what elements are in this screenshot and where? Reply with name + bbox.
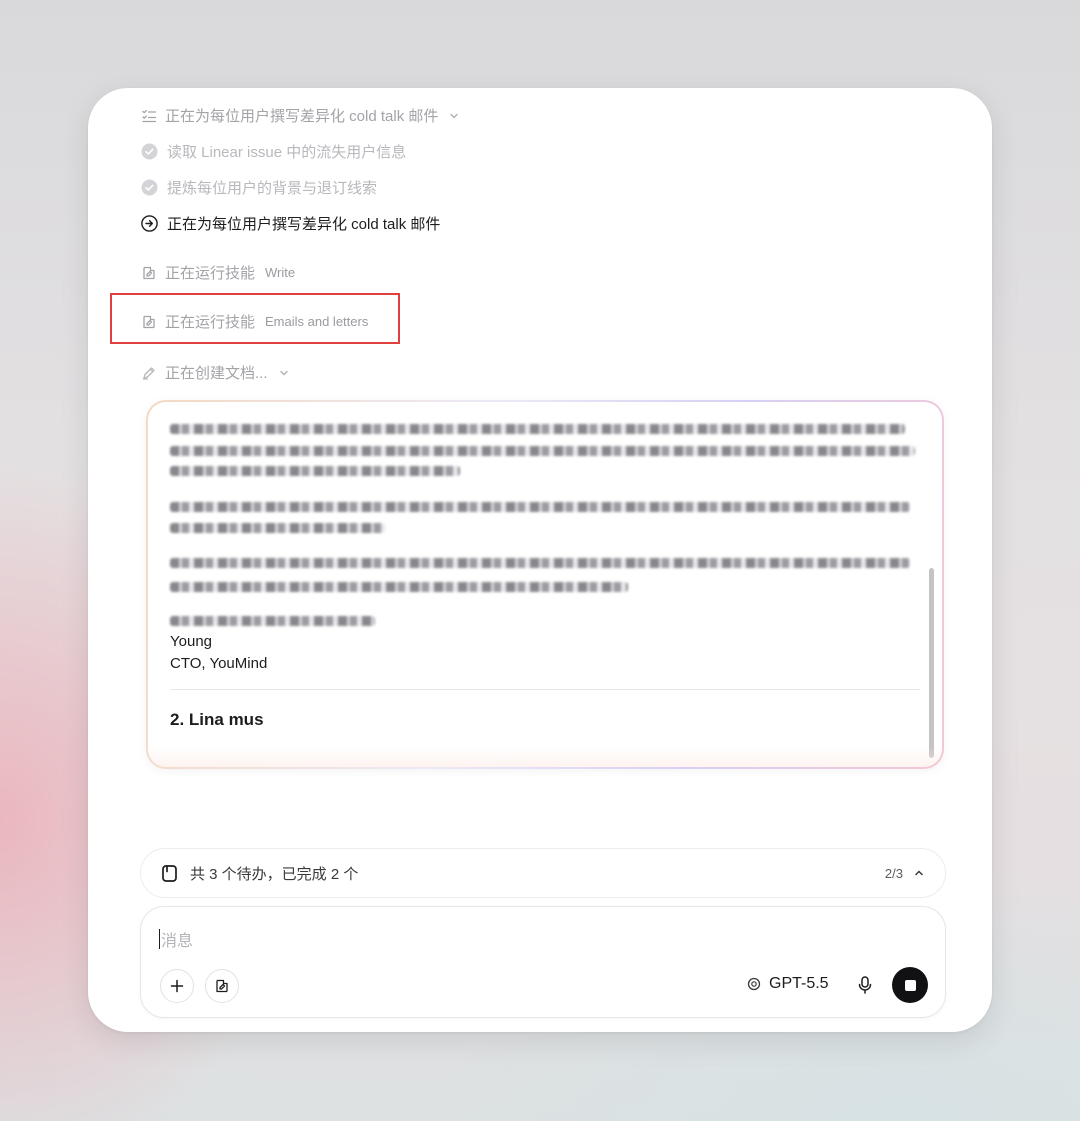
message-input[interactable]: 消息 [159,927,193,951]
redacted-text [170,558,910,568]
redacted-text [170,616,375,626]
redacted-text [170,523,385,533]
skill-name: Emails and letters [265,314,369,329]
redacted-text [170,424,905,434]
text-cursor [159,929,160,949]
chevron-down-icon [278,367,290,379]
todo-summary-bar[interactable]: 共 3 个待办，已完成 2 个 2/3 [140,848,946,898]
list-check-icon [140,107,158,125]
task-header[interactable]: 正在为每位用户撰写差异化 cold talk 邮件 [140,105,460,126]
section-divider [170,689,920,690]
stop-button[interactable] [892,967,928,1003]
signature-title: CTO, YouMind [170,655,268,672]
scrollbar[interactable] [929,568,934,758]
message-placeholder: 消息 [161,933,194,950]
skill-icon [140,264,158,282]
fade-overlay [148,747,942,767]
skill-icon [140,313,158,331]
redacted-text [170,466,460,476]
skill-name: Write [265,265,296,280]
openai-icon [747,977,761,991]
todo-progress: 2/3 [884,865,903,881]
check-circle-icon [140,179,158,197]
document-preview-content: Young CTO, YouMind 2. Lina mus [148,402,942,767]
message-composer: 消息 GPT-5.5 [140,906,946,1018]
todo-summary-label: 共 3 个待办，已完成 2 个 [190,865,359,883]
skill-running-emails: 正在运行技能 Emails and letters [140,311,368,332]
chat-panel: 正在为每位用户撰写差异化 cold talk 邮件 读取 Linear issu… [88,88,992,1032]
clipboard-icon [160,864,179,883]
task-step-label: 正在为每位用户撰写差异化 cold talk 邮件 [167,216,441,233]
plus-icon [169,978,185,994]
model-selector[interactable]: GPT-5.5 [747,975,829,993]
task-step: 读取 Linear issue 中的流失用户信息 [140,141,406,162]
redacted-text [170,502,910,512]
mic-icon[interactable] [857,975,873,995]
check-circle-icon [140,143,158,161]
task-header-label: 正在为每位用户撰写差异化 cold talk 邮件 [165,108,439,125]
add-button[interactable] [160,969,194,1003]
task-step-active: 正在为每位用户撰写差异化 cold talk 邮件 [140,213,440,234]
doc-status[interactable]: 正在创建文档... [140,362,290,383]
skills-button[interactable] [205,969,239,1003]
section-heading: 2. Lina mus [170,710,264,729]
signature-name: Young [170,633,212,650]
skill-running-write: 正在运行技能 Emails and letters Write [140,262,295,283]
skill-label: 正在运行技能 [165,314,256,331]
pen-icon [140,364,158,382]
task-step-label: 读取 Linear issue 中的流失用户信息 [167,144,407,161]
document-preview[interactable]: Young CTO, YouMind 2. Lina mus [146,400,944,769]
stop-icon [904,979,916,991]
arrow-circle-icon [140,215,158,233]
skill-label: 正在运行技能 [165,265,256,282]
task-step: 提炼每位用户的背景与退订线索 [140,177,377,198]
redacted-text [170,582,628,592]
chevron-down-icon [448,110,460,122]
doc-status-label: 正在创建文档... [165,365,268,382]
skill-icon [214,978,230,994]
chevron-up-icon[interactable] [913,867,925,879]
task-step-label: 提炼每位用户的背景与退订线索 [167,180,378,197]
redacted-text [170,446,915,456]
model-name: GPT-5.5 [769,975,829,992]
